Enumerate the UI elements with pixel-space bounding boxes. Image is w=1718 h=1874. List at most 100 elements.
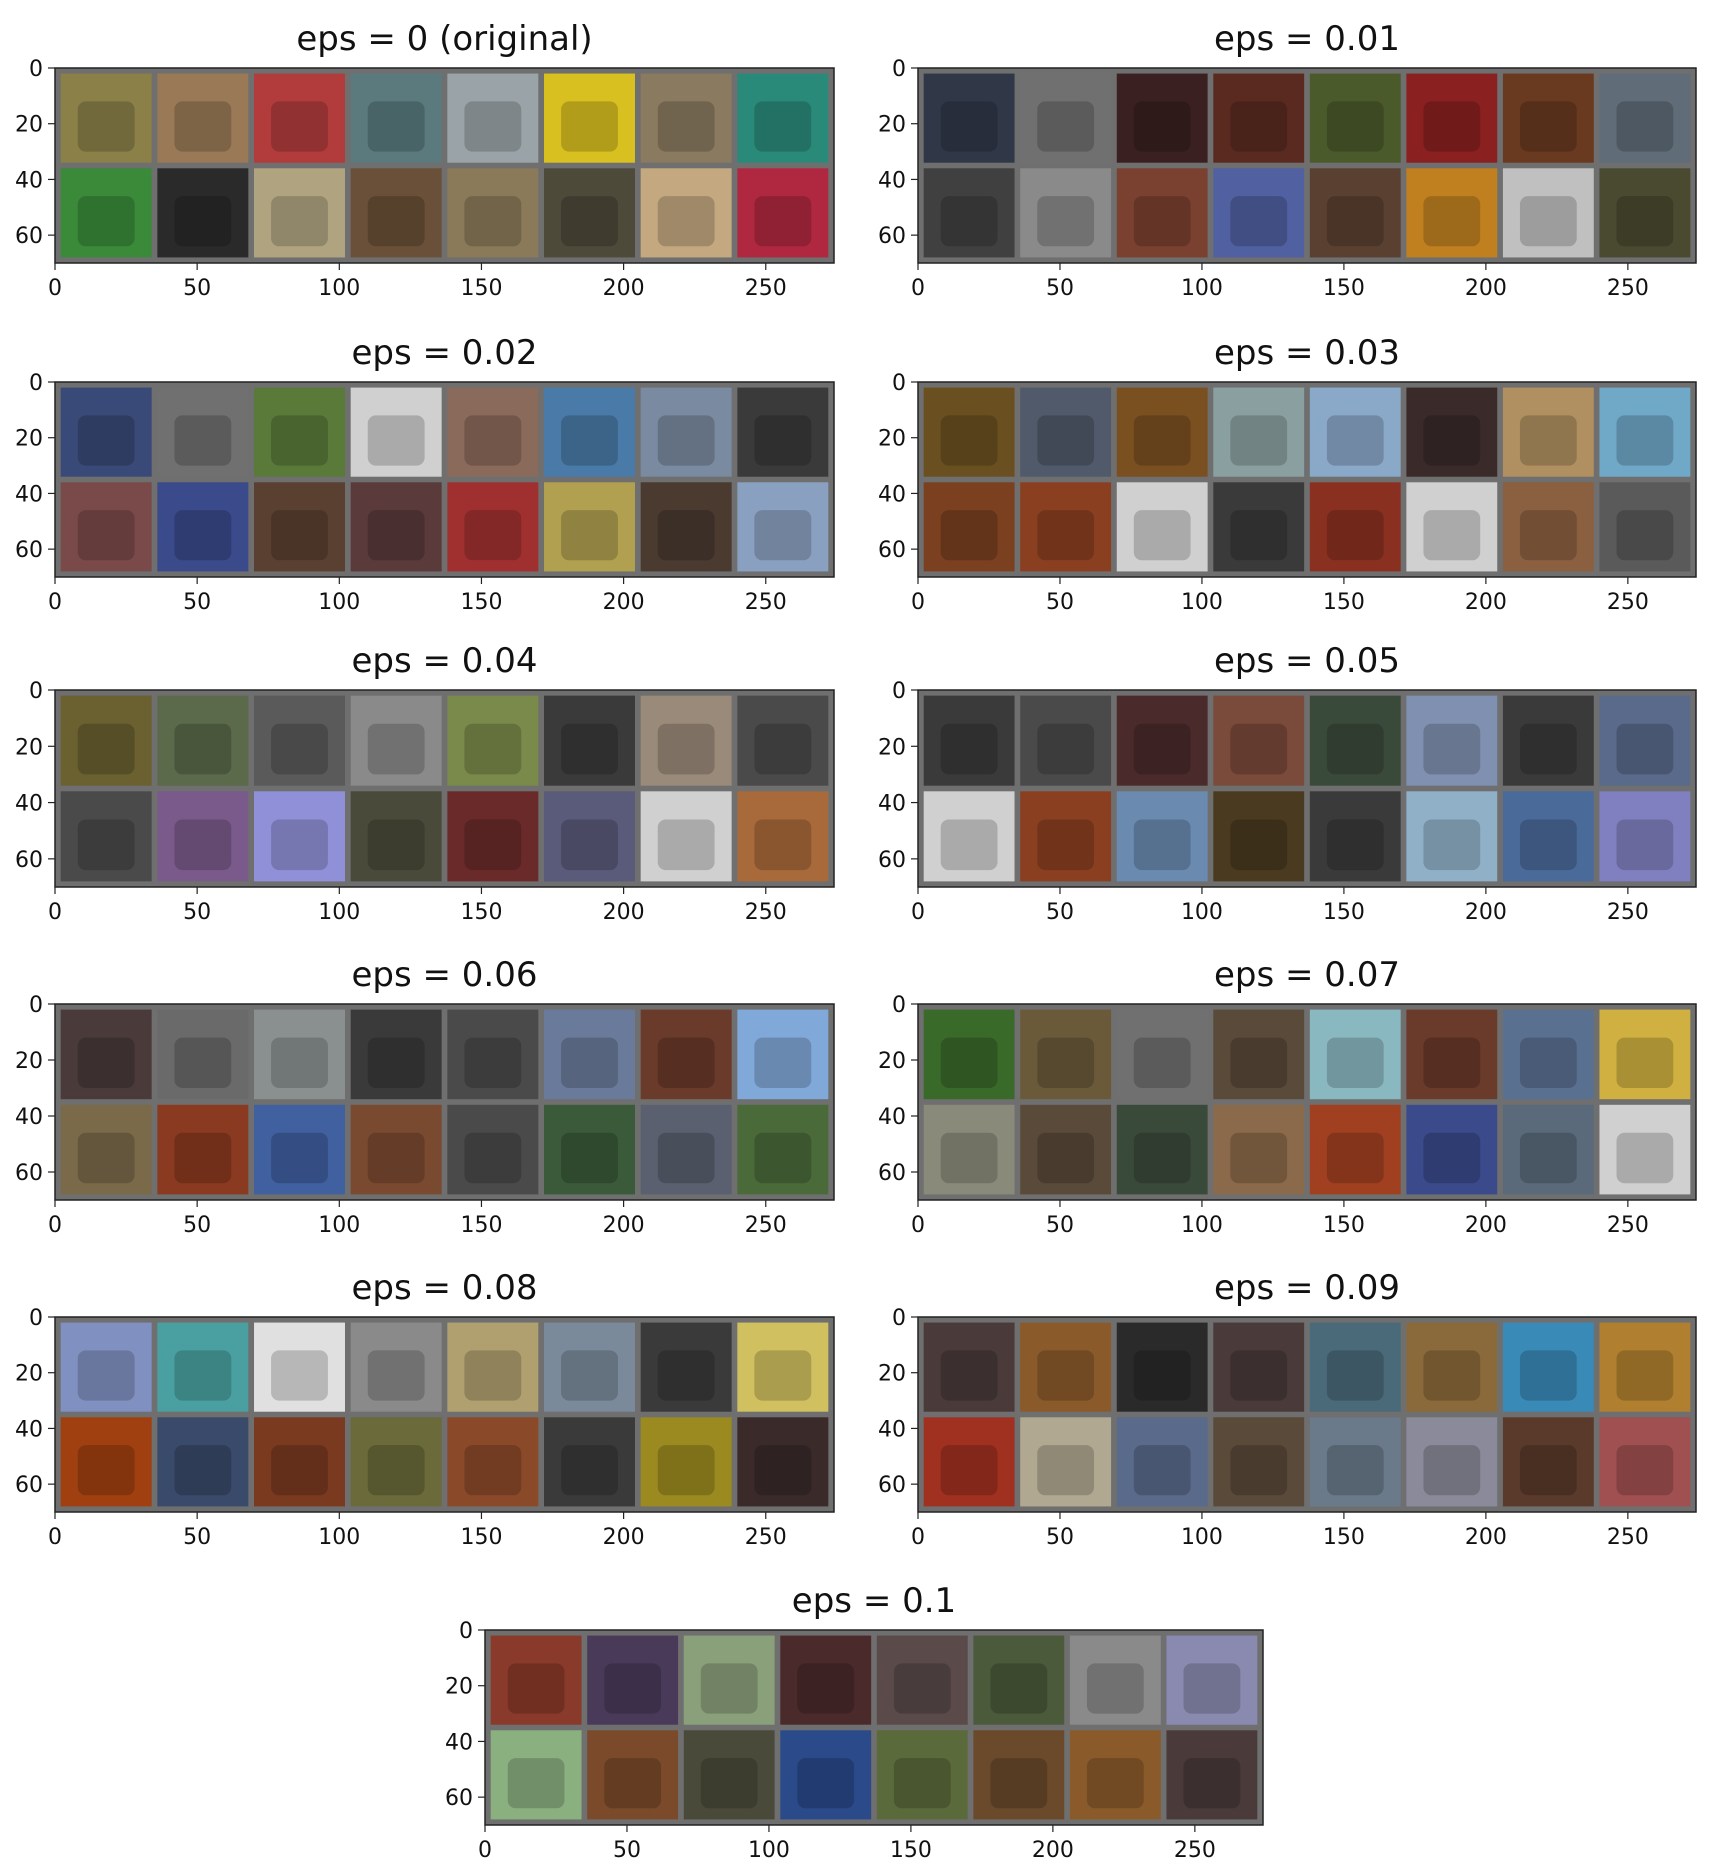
- image-tile-shade: [657, 1350, 715, 1401]
- y-tick-label: 20: [878, 1049, 906, 1074]
- x-tick-label: 200: [603, 276, 645, 301]
- y-tick-label: 0: [29, 993, 43, 1018]
- y-tick-label: 40: [878, 482, 906, 507]
- image-tile-shade: [464, 1132, 522, 1184]
- image-tile-shade: [1326, 1037, 1384, 1088]
- x-tick-label: 150: [1323, 1525, 1365, 1550]
- image-tile-shade: [893, 1663, 951, 1714]
- x-tick-label: 200: [603, 1213, 645, 1238]
- image-tile-shade: [464, 1037, 522, 1088]
- image-tile-shade: [940, 415, 998, 466]
- x-tick-label: 50: [1046, 900, 1074, 925]
- image-tile-shade: [1037, 1132, 1095, 1184]
- image-tile-shade: [1519, 101, 1577, 152]
- image-tile-shade: [754, 1037, 812, 1088]
- image-tile-shade: [700, 1758, 758, 1809]
- x-tick-label: 150: [460, 900, 502, 925]
- image-tile-shade: [174, 196, 232, 247]
- image-tile-shade: [1037, 819, 1095, 871]
- image-tile-shade: [1519, 819, 1577, 871]
- image-tile-shade: [1423, 1132, 1481, 1184]
- image-tile-shade: [174, 415, 232, 466]
- x-tick-label: 200: [1465, 276, 1507, 301]
- image-tile-shade: [1086, 1663, 1144, 1714]
- image-tile-shade: [367, 819, 425, 871]
- image-tile-shade: [1230, 1132, 1288, 1184]
- x-tick-label: 150: [1323, 900, 1365, 925]
- image-tile-shade: [77, 1037, 135, 1088]
- image-tile-shade: [1037, 723, 1095, 775]
- y-tick-label: 60: [15, 848, 43, 873]
- y-tick-label: 0: [892, 679, 906, 704]
- image-tile-shade: [1616, 510, 1674, 561]
- image-tile-shade: [657, 196, 715, 247]
- image-tile-shade: [1133, 1445, 1191, 1496]
- image-tile-shade: [561, 415, 618, 466]
- x-tick-label: 0: [48, 1213, 62, 1238]
- y-tick-label: 0: [459, 1619, 473, 1644]
- image-tile-shade: [174, 1132, 232, 1184]
- y-tick-label: 0: [29, 679, 43, 704]
- image-tile-shade: [754, 196, 812, 247]
- x-tick-label: 200: [1465, 1525, 1507, 1550]
- image-tile-shade: [271, 1445, 328, 1496]
- image-tile-shade: [1423, 723, 1481, 775]
- image-tile-shade: [561, 101, 618, 152]
- image-tile-shade: [1037, 1350, 1095, 1401]
- y-tick-label: 20: [15, 427, 43, 452]
- image-tile-shade: [1616, 1132, 1674, 1184]
- image-tile-shade: [657, 819, 715, 871]
- x-tick-label: 150: [890, 1838, 932, 1863]
- x-tick-label: 150: [1323, 590, 1365, 615]
- image-tile-shade: [1037, 510, 1095, 561]
- image-tile-shade: [1519, 415, 1577, 466]
- image-tile-shade: [1037, 196, 1095, 247]
- image-tile-shade: [1230, 196, 1288, 247]
- x-tick-label: 250: [1607, 276, 1649, 301]
- x-tick-label: 150: [460, 1213, 502, 1238]
- x-tick-label: 100: [318, 1213, 360, 1238]
- image-tile-shade: [893, 1758, 951, 1809]
- y-tick-label: 0: [892, 57, 906, 82]
- image-tile-shade: [754, 1350, 812, 1401]
- image-tile-shade: [367, 723, 425, 775]
- image-tile-shade: [1183, 1758, 1241, 1809]
- image-tile-shade: [174, 819, 232, 871]
- image-tile-shade: [1423, 1445, 1481, 1496]
- image-tile-shade: [1133, 1132, 1191, 1184]
- subplot-2: eps = 0.02 0 50 100 150 200 250 0 20 40 60: [15, 333, 835, 615]
- image-tile-shade: [561, 1445, 618, 1496]
- x-tick-label: 50: [1046, 590, 1074, 615]
- image-tile-shade: [657, 1445, 715, 1496]
- x-tick-label: 200: [1032, 1838, 1074, 1863]
- image-tile-shade: [1230, 723, 1288, 775]
- image-tile-shade: [1423, 196, 1481, 247]
- y-tick-label: 40: [15, 168, 43, 193]
- image-tile-shade: [464, 1445, 522, 1496]
- y-tick-label: 20: [15, 1049, 43, 1074]
- subplot-4: eps = 0.04 0 50 100 150 200 250 0 20 40 60: [15, 641, 835, 925]
- image-tile-shade: [1037, 1445, 1095, 1496]
- y-tick-label: 60: [878, 1473, 906, 1498]
- image-tile-shade: [797, 1758, 855, 1809]
- image-tile-shade: [271, 196, 328, 247]
- y-tick-label: 0: [29, 371, 43, 396]
- image-tile-shade: [1616, 723, 1674, 775]
- image-tile-shade: [77, 415, 135, 466]
- image-tile-shade: [1037, 1037, 1095, 1088]
- image-tile-shade: [797, 1663, 855, 1714]
- image-tile-shade: [174, 723, 232, 775]
- x-tick-label: 50: [183, 900, 211, 925]
- x-tick-label: 50: [1046, 276, 1074, 301]
- image-tile-shade: [1133, 101, 1191, 152]
- subplot-title: eps = 0.1: [792, 1581, 956, 1621]
- image-tile-shade: [990, 1663, 1048, 1714]
- image-tile-shade: [1133, 819, 1191, 871]
- image-tile-shade: [754, 819, 812, 871]
- image-tile-shade: [940, 101, 998, 152]
- y-tick-label: 40: [445, 1730, 473, 1755]
- image-tile-shade: [507, 1663, 565, 1714]
- image-tile-shade: [1519, 1037, 1577, 1088]
- x-tick-label: 250: [1174, 1838, 1216, 1863]
- x-tick-label: 0: [48, 590, 62, 615]
